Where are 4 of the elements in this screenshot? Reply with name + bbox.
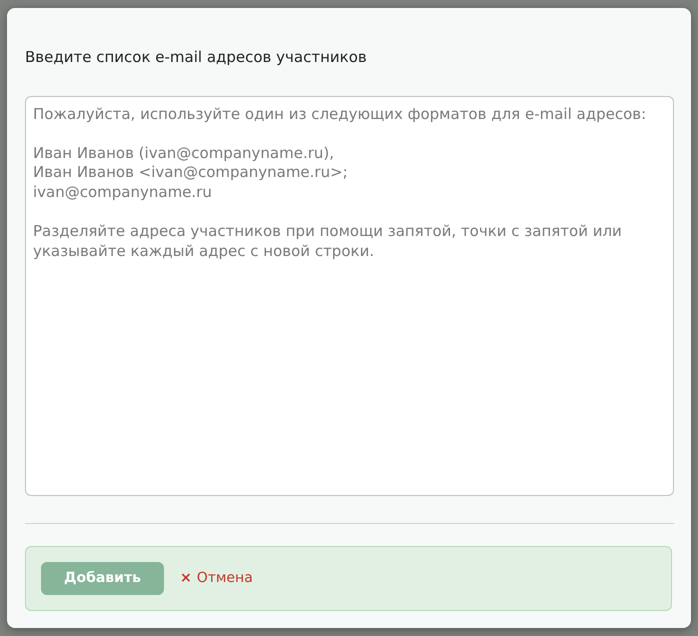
cancel-button[interactable]: × Отмена [180,568,253,589]
dialog-title: Введите список e-mail адресов участников [25,47,368,68]
email-list-field[interactable]: Пожалуйста, используйте один из следующих форматов для e-mail адресов: Иван Иванов (ivan@companyname.ru), Иван Иванов <ivan@companyname.ru>; ivan@companyname.ru Разделяйте адреса участников при помощи запятой, точки с запятой или указывайте каждый адрес с новой строки. [25,96,674,496]
close-icon: × [180,570,192,586]
